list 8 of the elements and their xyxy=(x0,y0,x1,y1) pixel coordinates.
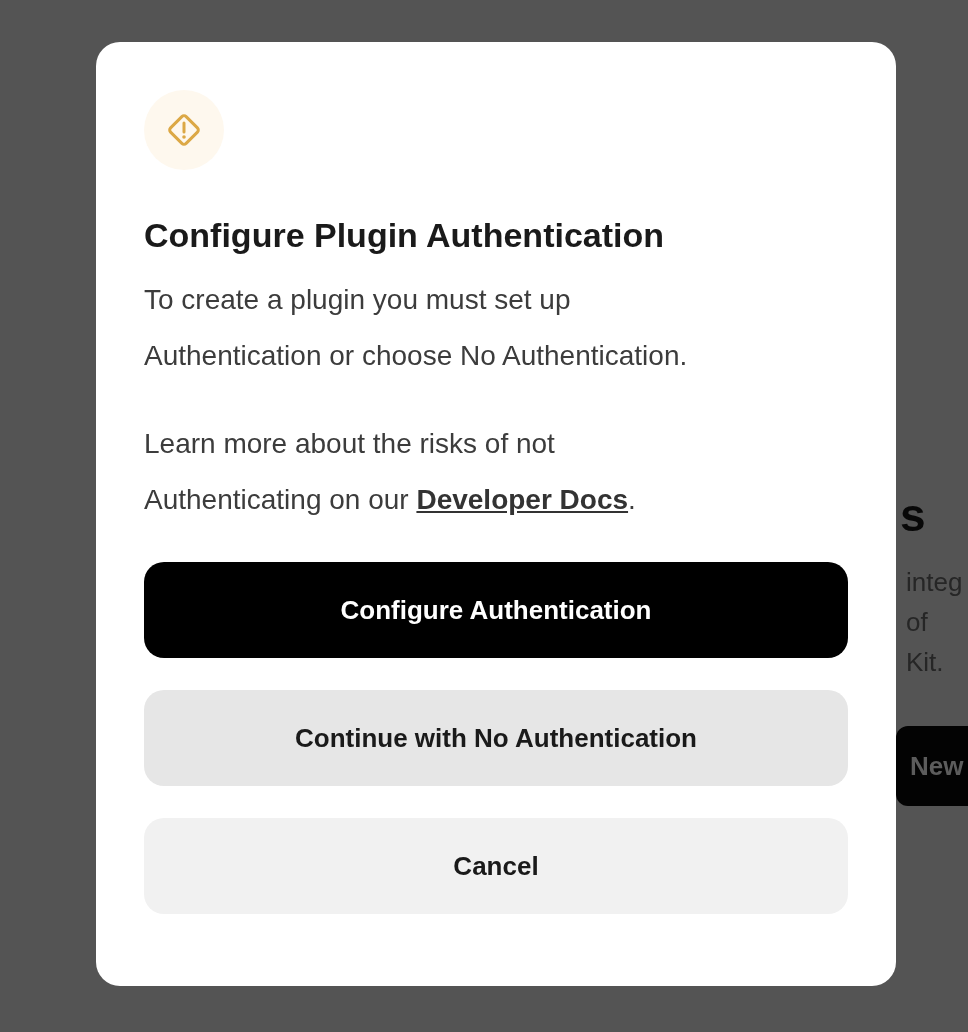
configure-button[interactable]: Configure Authentication xyxy=(144,562,848,658)
cancel-button[interactable]: Cancel xyxy=(144,818,848,914)
page-heading: s xyxy=(900,488,927,542)
dialog-message: To create a plugin you must set up Authentication or choose No Authentication. xyxy=(144,283,689,373)
developer-docs-link[interactable]: Developer Docs xyxy=(416,484,629,515)
dialog-title: Configure Plugin Authentication xyxy=(144,215,666,256)
learn-more-text: Learn more about the risks of not Authenticating on our Developer Docs. xyxy=(144,427,637,517)
continue-button[interactable]: Continue with No Authentication xyxy=(144,690,848,786)
